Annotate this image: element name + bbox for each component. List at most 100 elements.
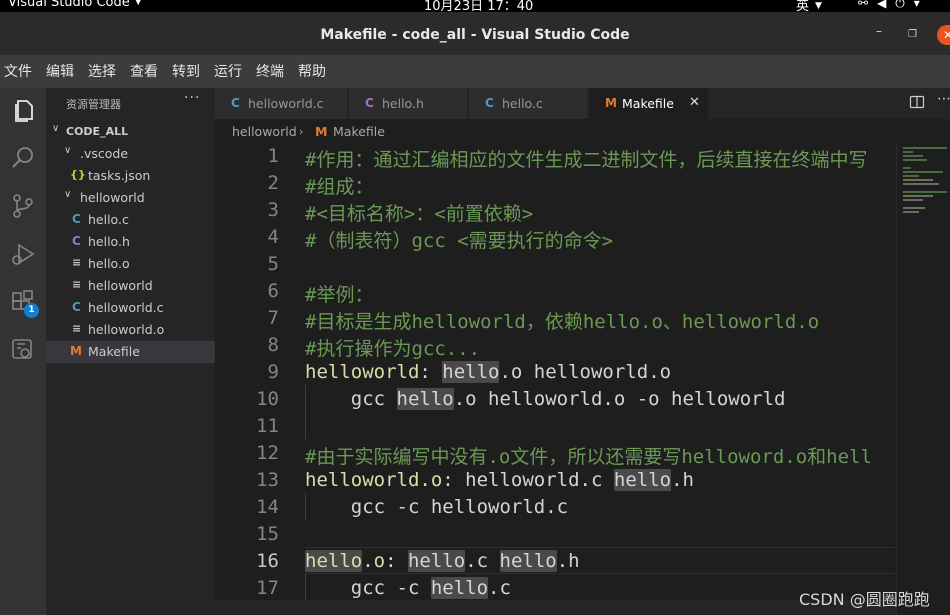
minimap-line xyxy=(903,195,933,197)
tab-helloworld-c[interactable]: C helloworld.c xyxy=(215,88,348,119)
close-window-button[interactable]: ✕ xyxy=(937,25,950,45)
horizontal-scrollbar[interactable] xyxy=(215,600,896,615)
tree-item-hello-h[interactable]: C hello.h xyxy=(46,231,215,253)
code-token: helloworld.o xyxy=(305,469,443,491)
maximize-icon[interactable]: ❐ xyxy=(908,29,917,40)
code-token: .c xyxy=(488,577,511,599)
menu-terminal[interactable]: 终端 xyxy=(256,61,284,81)
extensions-badge: 1 xyxy=(24,303,39,318)
tab-label: hello.c xyxy=(502,96,543,111)
minimap[interactable] xyxy=(896,143,950,615)
line-number: 1 xyxy=(267,145,279,167)
code-line: #执行操作为gcc... xyxy=(305,334,480,361)
search-icon[interactable] xyxy=(9,144,37,172)
network-icon: ⚯ xyxy=(858,0,878,10)
tree-item-vscode[interactable]: ∨ .vscode xyxy=(46,143,215,165)
line-number: 13 xyxy=(256,469,279,491)
code-token: .o helloworld.o xyxy=(499,361,672,383)
c-file-icon: C xyxy=(485,96,494,110)
tree-item-label: .vscode xyxy=(80,146,129,161)
code-comment: #执行操作为gcc... xyxy=(305,338,481,360)
code-token: gcc xyxy=(305,388,397,410)
chevron-right-icon: › xyxy=(299,125,304,138)
code-line: helloworld: hello.o helloworld.o xyxy=(305,361,671,383)
code-line: #<目标名称>：<前置依赖> xyxy=(305,199,533,226)
system-tray[interactable]: ⚯◀⏻▾ xyxy=(858,0,929,11)
code-token: : xyxy=(419,361,443,383)
minimap-line xyxy=(903,171,943,173)
window-title: Makefile - code_all - Visual Studio Code xyxy=(320,27,630,43)
generic-file-icon: ≡ xyxy=(72,322,82,335)
line-number: 12 xyxy=(256,442,279,464)
tree-item-helloworld[interactable]: ≡ helloworld xyxy=(46,275,215,297)
code-token: .h xyxy=(671,469,694,491)
tree-item-label: hello.o xyxy=(88,256,130,271)
code-line: gcc -c helloworld.c xyxy=(305,496,568,518)
minimap-line xyxy=(903,147,947,149)
watermark: CSDN @圆圈跑跑 xyxy=(799,590,930,609)
minimap-line xyxy=(903,199,923,201)
makefile-icon: M xyxy=(70,344,82,358)
menu-help[interactable]: 帮助 xyxy=(298,61,326,81)
minimap-line xyxy=(903,159,927,161)
active-app-menu[interactable]: Visual Studio Code ▼ xyxy=(8,0,142,10)
code-editor[interactable]: 1 2 3 4 5 6 7 8 9 10 11 12 13 14 15 16 1… xyxy=(215,143,950,615)
code-token: gcc -c xyxy=(305,577,431,599)
tab-hello-h[interactable]: C hello.h xyxy=(349,88,468,119)
tree-item-helloworld-c[interactable]: C helloworld.c xyxy=(46,297,215,319)
tree-item-helloworld-o[interactable]: ≡ helloworld.o xyxy=(46,319,215,341)
window-title-bar: Makefile - code_all - Visual Studio Code… xyxy=(0,12,950,55)
more-actions-icon[interactable]: ⋯ xyxy=(937,91,950,107)
menu-view[interactable]: 查看 xyxy=(130,61,158,81)
breadcrumb-folder[interactable]: helloworld xyxy=(232,124,297,139)
tree-item-hello-o[interactable]: ≡ hello.o xyxy=(46,253,215,275)
run-debug-icon[interactable] xyxy=(9,240,37,268)
line-number: 4 xyxy=(267,226,279,248)
line-number: 6 xyxy=(267,280,279,302)
menu-selection[interactable]: 选择 xyxy=(88,61,116,81)
explorer-root-folder[interactable]: ∨ CODE_ALL xyxy=(46,121,215,143)
clock[interactable]: 10月23日 17：40 xyxy=(424,0,533,12)
line-number: 2 xyxy=(267,172,279,194)
tree-item-label: Makefile xyxy=(88,344,140,359)
menu-edit[interactable]: 编辑 xyxy=(46,61,74,81)
tab-label: hello.h xyxy=(382,96,424,111)
tree-item-makefile[interactable]: M Makefile xyxy=(46,341,215,363)
tree-item-helloworld-folder[interactable]: ∨ helloworld xyxy=(46,187,215,209)
tab-hello-c[interactable]: C hello.c xyxy=(469,88,588,119)
tab-makefile[interactable]: M Makefile ✕ xyxy=(589,88,709,119)
tree-item-hello-c[interactable]: C hello.c xyxy=(46,209,215,231)
generic-file-icon: ≡ xyxy=(72,256,82,269)
code-line: #举例： xyxy=(305,280,373,307)
code-line: hello.o: hello.c hello.h xyxy=(305,550,580,572)
close-icon: ✕ xyxy=(943,28,950,42)
input-method-indicator[interactable]: 英 ▼ xyxy=(796,0,822,12)
explorer-more-button[interactable]: ··· xyxy=(184,90,200,106)
generic-file-icon: ≡ xyxy=(72,278,82,291)
word-highlight: hello xyxy=(499,550,557,572)
menu-run[interactable]: 运行 xyxy=(214,61,242,81)
tree-item-label: tasks.json xyxy=(88,168,151,183)
code-token: .h xyxy=(556,550,580,572)
line-number: 17 xyxy=(256,577,279,599)
split-editor-icon[interactable] xyxy=(909,94,925,110)
close-tab-icon[interactable]: ✕ xyxy=(689,95,700,110)
remote-explorer-icon[interactable] xyxy=(9,336,37,364)
tree-item-tasks-json[interactable]: {} tasks.json xyxy=(46,165,215,187)
source-control-icon[interactable] xyxy=(9,192,37,220)
makefile-icon: M xyxy=(315,124,328,139)
tab-label: Makefile xyxy=(622,96,674,111)
minimize-icon[interactable]: – xyxy=(876,24,882,38)
breadcrumb-file[interactable]: Makefile xyxy=(333,124,385,139)
menu-go[interactable]: 转到 xyxy=(172,61,200,81)
word-highlight: hello xyxy=(430,577,489,599)
files-icon[interactable] xyxy=(9,97,37,125)
menu-file[interactable]: 文件 xyxy=(4,61,32,81)
line-number: 11 xyxy=(256,415,279,437)
chevron-down-icon: ∨ xyxy=(64,189,72,200)
word-highlight: hello xyxy=(442,361,500,383)
breadcrumb: helloworld › M Makefile xyxy=(215,119,950,143)
power-icon: ⏻ xyxy=(895,0,914,10)
minimap-line xyxy=(903,191,947,193)
explorer-title: 资源管理器 xyxy=(66,98,121,111)
